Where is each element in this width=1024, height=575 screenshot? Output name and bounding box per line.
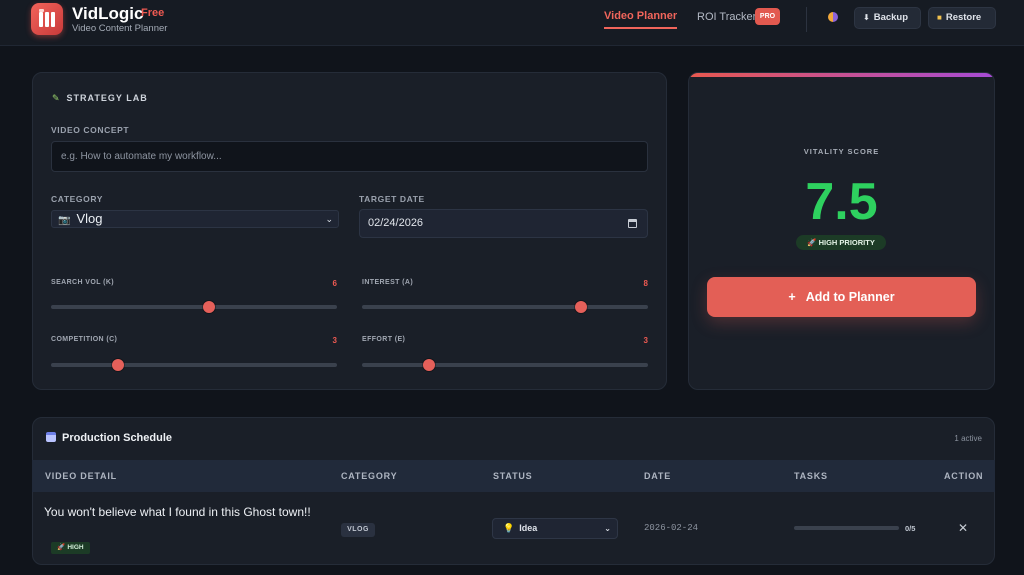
rocket-icon: 🚀 (807, 238, 817, 247)
folder-icon: ■ (937, 13, 942, 22)
plan-tier-badge: Free (141, 7, 165, 19)
concept-label: VIDEO CONCEPT (51, 125, 130, 135)
slider-thumb-effort[interactable] (422, 359, 435, 371)
delete-row-button[interactable]: ✕ (958, 521, 968, 535)
rocket-icon: 🚀 (57, 544, 66, 551)
schedule-title: Production Schedule (46, 432, 172, 444)
pencil-icon: ✎ (52, 93, 61, 103)
row-priority-badge: 🚀 HIGH (51, 542, 90, 554)
row-priority-label: HIGH (67, 544, 84, 551)
status-select[interactable]: 💡 Idea ⌄ (492, 518, 618, 539)
slider-label-competition: COMPETITION (C) (51, 336, 118, 343)
slider-value-competition: 3 (332, 336, 337, 345)
vitality-score-value: 7.5 (805, 173, 878, 231)
target-date-input[interactable]: 02/24/2026 (359, 209, 648, 238)
score-accent-stripe (689, 73, 994, 77)
slider-effort[interactable] (362, 363, 648, 367)
download-icon: ⬇ (863, 13, 870, 22)
vitality-score-label: VITALITY SCORE (803, 147, 880, 156)
video-title: You won't believe what I found in this G… (44, 505, 311, 519)
slider-label-effort: EFFORT (E) (362, 336, 406, 343)
slider-competition[interactable] (51, 363, 337, 367)
slider-thumb-interest[interactable] (575, 301, 588, 313)
calendar-icon (46, 432, 56, 442)
chevron-down-icon: ⌄ (325, 214, 333, 224)
target-date-value: 02/24/2026 (368, 217, 424, 229)
camera-icon: 📷 (58, 215, 71, 226)
slider-label-search-vol: SEARCH VOL (K) (51, 279, 115, 286)
backup-button[interactable]: ⬇ Backup (854, 7, 921, 29)
row-date: 2026-02-24 (644, 523, 699, 533)
slider-label-interest: INTEREST (A) (362, 279, 414, 286)
column-header-video-detail: VIDEO DETAIL (45, 471, 117, 481)
add-to-planner-button[interactable]: + Add to Planner (707, 277, 976, 317)
column-header-tasks: TASKS (794, 471, 828, 481)
column-header-action: ACTION (944, 471, 984, 481)
strategy-lab-title: ✎ STRATEGY LAB (52, 93, 148, 104)
app-logo-icon (31, 3, 63, 35)
pro-badge: PRO (755, 8, 780, 25)
column-header-date: DATE (644, 471, 672, 481)
app-header: VidLogic Free Video Content Planner Vide… (0, 0, 1024, 46)
slider-value-interest: 8 (643, 279, 648, 288)
nav-video-planner[interactable]: Video Planner (604, 10, 678, 29)
category-selected-value: Vlog (76, 211, 103, 226)
schedule-title-label: Production Schedule (62, 432, 173, 444)
plus-icon: + (788, 290, 796, 304)
restore-button[interactable]: ■ Restore (928, 7, 996, 29)
active-count: 1 active (954, 434, 982, 443)
strategy-lab-label: STRATEGY LAB (66, 93, 148, 103)
column-header-category: CATEGORY (341, 471, 398, 481)
task-count: 0/5 (905, 524, 916, 533)
video-concept-input[interactable] (51, 141, 648, 172)
theme-toggle-icon[interactable] (828, 12, 838, 22)
chevron-down-icon: ⌄ (604, 524, 611, 533)
category-tag: VLOG (341, 523, 375, 537)
calendar-icon[interactable] (628, 219, 637, 228)
slider-value-search-vol: 6 (332, 279, 337, 288)
brand-subtitle: Video Content Planner (72, 23, 168, 34)
slider-interest[interactable] (362, 305, 648, 309)
status-selected-value: Idea (519, 523, 538, 533)
add-to-planner-label: Add to Planner (805, 290, 895, 304)
category-select[interactable]: 📷 Vlog ⌄ (51, 210, 339, 228)
category-label: CATEGORY (51, 194, 104, 204)
backup-label: Backup (873, 12, 909, 23)
nav-roi-tracker[interactable]: ROI Tracker (697, 11, 756, 23)
restore-label: Restore (945, 12, 982, 23)
bulb-icon: 💡 (503, 523, 515, 533)
slider-thumb-competition[interactable] (111, 359, 124, 371)
slider-search-vol[interactable] (51, 305, 337, 309)
target-date-label: TARGET DATE (359, 194, 425, 204)
priority-badge: 🚀 HIGH PRIORITY (796, 235, 886, 250)
priority-label: HIGH PRIORITY (818, 238, 875, 247)
column-header-status: STATUS (493, 471, 533, 481)
header-divider (806, 7, 807, 32)
task-progress-bar (794, 526, 899, 530)
brand-name: VidLogic (72, 4, 144, 23)
slider-value-effort: 3 (643, 336, 648, 345)
